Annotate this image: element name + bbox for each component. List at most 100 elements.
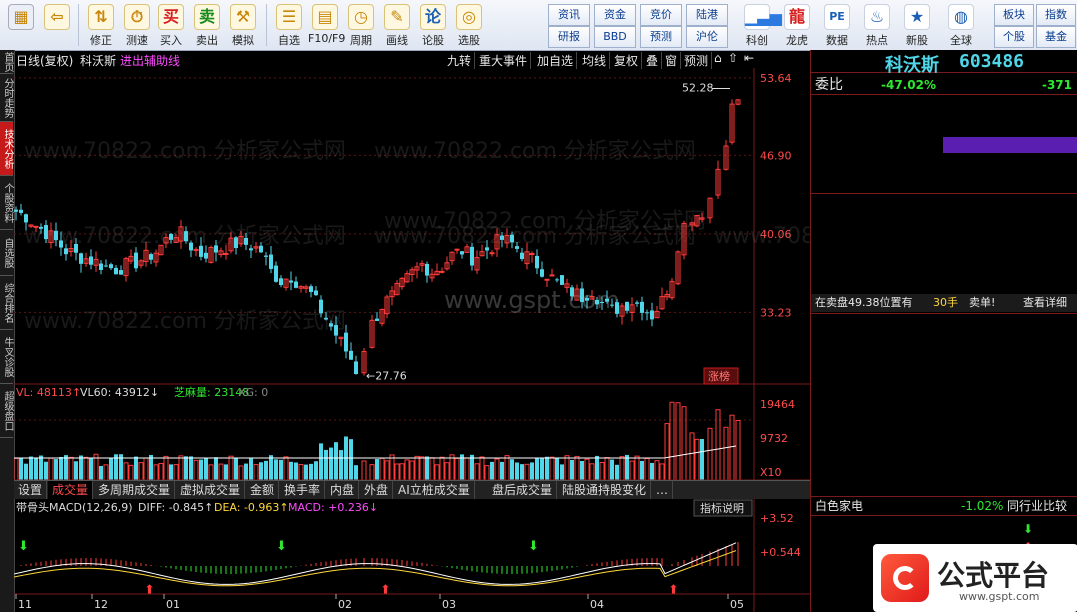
- sell-row[interactable]: [811, 174, 1077, 192]
- quick-0-1-button[interactable]: 研报: [548, 26, 590, 48]
- quick-1-0-button[interactable]: 资金: [594, 4, 636, 26]
- industry-compare-link[interactable]: 同行业比较: [1007, 497, 1067, 515]
- industry-name[interactable]: 白色家电: [815, 497, 863, 515]
- candle-body: [580, 288, 584, 302]
- sell-row[interactable]: [811, 155, 1077, 173]
- indicator-tab-5[interactable]: 换手率: [280, 481, 326, 499]
- volume-bar: [574, 455, 580, 481]
- aux-line-label[interactable]: 进出辅助线: [120, 52, 180, 69]
- buy-button[interactable]: 买买入: [154, 2, 188, 48]
- lock-icon[interactable]: ⌂: [714, 51, 722, 65]
- buy-row[interactable]: [811, 196, 1077, 214]
- period-button[interactable]: ◷ 周期: [344, 2, 378, 48]
- new-stock-button[interactable]: ★ 新股: [900, 2, 934, 48]
- volume-bar: [464, 457, 470, 481]
- board-1-1-button[interactable]: 基金: [1036, 26, 1076, 48]
- sidebar-tab-6[interactable]: 牛叉诊股: [0, 330, 13, 384]
- indicator-tab-7[interactable]: 外盘: [360, 481, 394, 499]
- quick-0-0-button[interactable]: 资讯: [548, 4, 590, 26]
- sidebar-tab-5[interactable]: 综合排名: [0, 276, 13, 330]
- favorites-button[interactable]: ☰ 自选: [272, 2, 306, 48]
- candle-body: [349, 350, 353, 360]
- header-tool-7[interactable]: 预测: [681, 52, 713, 69]
- volume-bar: [309, 463, 313, 480]
- sidebar-tab-1[interactable]: 分时走势: [0, 74, 13, 122]
- clock-button[interactable]: ⏱ 测速: [120, 2, 154, 48]
- sidebar-tab-3[interactable]: 个股资料: [0, 176, 13, 230]
- sidebar-tab-4[interactable]: 自选股: [0, 230, 13, 276]
- arrow-up-icon[interactable]: ⇧: [728, 51, 738, 65]
- dragon-button[interactable]: 龍龙虎: [780, 2, 814, 48]
- pencil-button[interactable]: ✎ 画线: [380, 2, 414, 48]
- sell-row[interactable]: [811, 98, 1077, 116]
- quick-3-0-button[interactable]: 陆港: [686, 4, 728, 26]
- volume-bar: [409, 460, 415, 481]
- indicator-tab-9[interactable]: 盘后成交量: [488, 481, 558, 499]
- candle-body: [189, 242, 193, 251]
- chart-period-title[interactable]: 日线(复权): [16, 52, 73, 69]
- hot-button[interactable]: ♨ 热点: [860, 2, 894, 48]
- indicator-tab-0[interactable]: 设置: [14, 481, 48, 499]
- discuss-button[interactable]: 论论股: [416, 2, 450, 48]
- quick-3-1-button[interactable]: 沪伦: [686, 26, 728, 48]
- grid-button[interactable]: ▦: [4, 2, 38, 48]
- pending-detail-link[interactable]: 查看详细: [1023, 294, 1067, 312]
- sell-button[interactable]: 卖卖出: [190, 2, 224, 48]
- indicator-tab-2[interactable]: 多周期成交量: [94, 481, 176, 499]
- indicator-tab-11[interactable]: …: [652, 481, 673, 499]
- board-0-1-button[interactable]: 个股: [994, 26, 1034, 48]
- indicator-tab-6[interactable]: 内盘: [326, 481, 360, 499]
- volume-bar: [324, 449, 328, 480]
- indicator-tab-10[interactable]: 陆股通持股变化: [558, 481, 652, 499]
- volume-bar: [259, 462, 263, 480]
- buy-row[interactable]: [811, 234, 1077, 252]
- buy-row[interactable]: [811, 215, 1077, 233]
- header-tool-5[interactable]: 叠: [643, 52, 663, 69]
- sell-row[interactable]: [811, 136, 1077, 154]
- header-tool-0[interactable]: 九转: [444, 52, 476, 69]
- volume-bar: [615, 464, 619, 480]
- chart-button[interactable]: ▁▃▅ 科创: [740, 2, 782, 48]
- buy-row[interactable]: [811, 253, 1077, 271]
- globe-button[interactable]: ◍ 全球: [944, 2, 978, 48]
- header-tool-3[interactable]: 均线: [579, 52, 611, 69]
- kline-chart[interactable]: 53.6446.9040.0633.23www.70822.com 分析家公式网…: [14, 68, 810, 612]
- indicator-tab-4[interactable]: 金额: [246, 481, 280, 499]
- candle-body: [510, 234, 514, 243]
- volume-bar: [707, 427, 713, 481]
- volume-bar: [103, 464, 109, 481]
- pe-button[interactable]: PE 数据: [820, 2, 854, 48]
- sell-row[interactable]: [811, 117, 1077, 135]
- header-tool-6[interactable]: 窗: [662, 52, 682, 69]
- left-sidebar: 首页 分时走势 技术分析 个股资料 自选股 综合排名 牛叉诊股 超级盘口: [0, 50, 15, 612]
- sell-signal-arrow-icon: ⬇: [528, 539, 539, 554]
- indicator-tab-1[interactable]: 成交量: [48, 481, 94, 499]
- f10-button[interactable]: ▤ F10/F9: [308, 2, 346, 48]
- candle-body: [535, 255, 539, 269]
- toolbar-label: F10/F9: [308, 32, 346, 45]
- header-tool-2[interactable]: 加自选: [534, 52, 578, 69]
- indicator-tab-8[interactable]: AI立桩成交量: [394, 481, 475, 499]
- indicator-tab-3[interactable]: 虚拟成交量: [176, 481, 246, 499]
- high-price-label: 52.28: [682, 82, 714, 95]
- down-arrow-icon: ⬇: [1023, 522, 1034, 536]
- toolbar-label: 选股: [458, 34, 480, 47]
- candle-body: [344, 332, 348, 352]
- collapse-icon[interactable]: ⇤: [744, 51, 754, 65]
- board-1-0-button[interactable]: 指数: [1036, 4, 1076, 26]
- board-0-0-button[interactable]: 板块: [994, 4, 1034, 26]
- header-tool-1[interactable]: 重大事件: [476, 52, 532, 69]
- hammer-button[interactable]: ⚒ 模拟: [226, 2, 260, 48]
- quick-2-1-button[interactable]: 预测: [640, 26, 682, 48]
- stock-pick-button[interactable]: ◎ 选股: [452, 2, 486, 48]
- sidebar-tab-0[interactable]: 首页: [0, 50, 13, 74]
- sidebar-tab-2[interactable]: 技术分析: [0, 122, 13, 176]
- up-down-button[interactable]: ⇅ 修正: [84, 2, 118, 48]
- back-arrow-button[interactable]: ⇦: [40, 2, 74, 48]
- buy-row[interactable]: [811, 272, 1077, 290]
- sidebar-tab-7[interactable]: 超级盘口: [0, 384, 13, 438]
- candle-body: [294, 281, 298, 288]
- header-tool-4[interactable]: 复权: [611, 52, 643, 69]
- quick-1-1-button[interactable]: BBD: [594, 26, 636, 48]
- quick-2-0-button[interactable]: 竞价: [640, 4, 682, 26]
